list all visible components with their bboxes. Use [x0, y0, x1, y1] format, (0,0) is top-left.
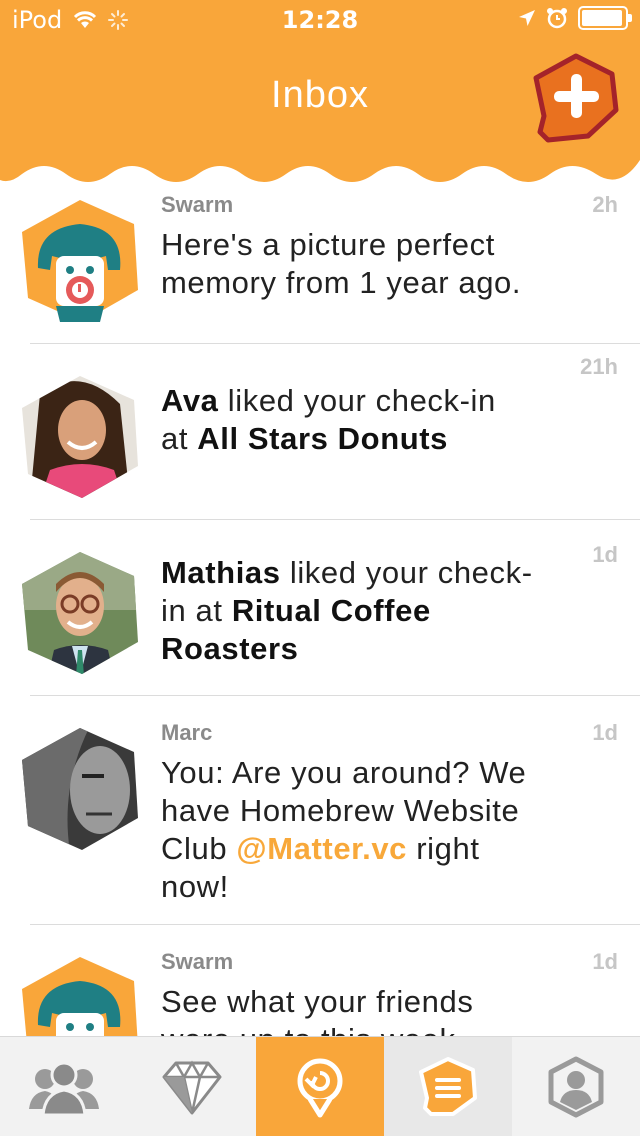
diamond-icon [162, 1060, 222, 1115]
message-time: 1d [592, 542, 618, 567]
list-item[interactable]: 21h Ava liked your check-in at All Stars… [22, 344, 640, 520]
tab-leaderboard[interactable] [128, 1037, 256, 1136]
checkin-icon [297, 1058, 343, 1118]
tab-profile[interactable] [512, 1037, 640, 1136]
tab-checkin[interactable] [256, 1037, 384, 1136]
status-bar: iPod 12:28 [0, 0, 640, 40]
battery-icon [578, 6, 632, 30]
message-text: Mathias liked your check- in at Ritual C… [161, 555, 533, 666]
profile-icon [548, 1056, 604, 1118]
message-time: 1d [592, 720, 618, 745]
ava-avatar [22, 376, 138, 498]
tab-bar [0, 1036, 640, 1136]
sender-name: Swarm [161, 192, 234, 217]
marc-avatar [22, 728, 138, 850]
tab-inbox[interactable] [384, 1037, 512, 1136]
message-text: Here's a picture perfect memory from 1 y… [161, 227, 522, 300]
list-item[interactable]: Swarm 2h Here's a picture perfect memory… [22, 186, 640, 344]
message-time: 1d [592, 949, 618, 974]
sender-name: Swarm [161, 949, 234, 974]
list-item[interactable]: Marc 1d You: Are you around? We have Hom… [22, 696, 640, 925]
message-time: 21h [580, 354, 618, 379]
message-time: 2h [592, 192, 618, 217]
swarm-avatar [22, 200, 138, 322]
inbox-icon [419, 1057, 477, 1116]
alarm-icon [547, 8, 567, 29]
sender-name: Marc [161, 720, 213, 745]
message-text: You: Are you around? We have Homebrew We… [161, 755, 527, 904]
inbox-list: Swarm 2h Here's a picture perfect memory… [0, 186, 640, 1079]
list-item[interactable]: 1d Mathias liked your check- in at Ritua… [22, 520, 640, 696]
compose-button[interactable] [530, 52, 622, 144]
friends-icon [29, 1061, 99, 1117]
location-arrow-icon [519, 10, 535, 26]
venue-mention-link[interactable]: @Matter.vc [236, 831, 407, 866]
message-text: Ava liked your check-in at All Stars Don… [161, 383, 496, 456]
header: iPod 12:28 Inbox [0, 0, 640, 190]
mathias-avatar [22, 552, 138, 674]
tab-friends[interactable] [0, 1037, 128, 1136]
